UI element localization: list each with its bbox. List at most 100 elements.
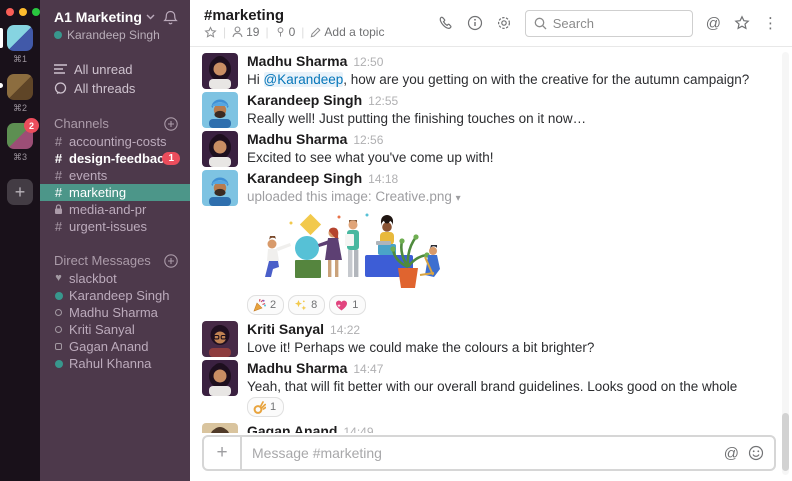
window-controls xyxy=(0,0,40,16)
sidebar-item-label: All threads xyxy=(74,81,135,96)
main-pane: #marketing | 19 | 0 | xyxy=(190,0,792,481)
message: Madhu Sharma12:50 Hi @Karandeep, how are… xyxy=(202,53,776,89)
dm-item-gagan-anand[interactable]: Gagan Anand xyxy=(40,338,190,355)
avatar-madhu-sharma[interactable] xyxy=(202,53,238,89)
author-name[interactable]: Karandeep Singh xyxy=(247,170,362,186)
channel-item-accounting-costs[interactable]: # accounting-costs xyxy=(40,133,190,150)
avatar-kriti-sanyal[interactable] xyxy=(202,321,238,357)
timestamp: 14:49 xyxy=(344,425,374,433)
dm-item-madhu-sharma[interactable]: Madhu Sharma xyxy=(40,304,190,321)
dm-name: Madhu Sharma xyxy=(69,305,158,320)
message: Madhu Sharma14:47 Yeah, that will fit be… xyxy=(202,360,776,420)
author-name[interactable]: Madhu Sharma xyxy=(247,131,347,147)
sidebar: A1 Marketing Karandeep Singh All unread … xyxy=(40,0,190,481)
zoom-window-button[interactable] xyxy=(32,8,40,16)
avatar-karandeep-singh[interactable] xyxy=(202,92,238,128)
mentions-icon[interactable]: @ xyxy=(706,15,721,32)
hash-icon: # xyxy=(54,219,63,234)
sidebar-item-all-unread[interactable]: All unread xyxy=(40,60,190,79)
channel-item-urgent-issues[interactable]: # urgent-issues xyxy=(40,218,190,235)
starred-items-icon[interactable] xyxy=(734,15,750,31)
workspace-icon-2[interactable] xyxy=(7,74,33,100)
author-name[interactable]: Gagan Anand xyxy=(247,423,338,433)
dm-item-karandeep-singh[interactable]: Karandeep Singh xyxy=(40,287,190,304)
message-text: Really well! Just putting the finishing … xyxy=(247,110,586,127)
reaction-sparkling-heart[interactable]: 1 xyxy=(329,295,366,315)
reaction-count: 8 xyxy=(311,299,317,311)
channel-header: #marketing | 19 | 0 | xyxy=(190,0,792,47)
workspace-item-2: ⌘2 xyxy=(0,74,40,114)
channel-title: #marketing xyxy=(204,7,384,24)
channel-item-events[interactable]: # events xyxy=(40,167,190,184)
notifications-bell-icon[interactable] xyxy=(163,10,178,26)
reaction-sparkles[interactable]: 8 xyxy=(288,295,325,315)
search-input[interactable] xyxy=(553,16,673,31)
file-menu-caret-icon[interactable]: ▾ xyxy=(456,193,461,204)
dm-item-rahul-khanna[interactable]: Rahul Khanna xyxy=(40,355,190,372)
author-name[interactable]: Karandeep Singh xyxy=(247,92,362,108)
message-text: Hi @Karandeep, how are you getting on wi… xyxy=(247,71,749,88)
scrollbar-track[interactable] xyxy=(782,52,789,475)
workspace-item-1: ⌘1 xyxy=(0,25,40,65)
workspace-menu-button[interactable]: A1 Marketing xyxy=(54,9,155,25)
timestamp: 14:22 xyxy=(330,323,360,337)
workspace-rail: ⌘1 ⌘2 2 ⌘3 + xyxy=(0,0,40,481)
attach-file-button[interactable]: + xyxy=(204,437,242,469)
workspace-icon-3[interactable]: 2 xyxy=(7,123,33,149)
dm-item-slackbot[interactable]: ♥ slackbot xyxy=(40,270,190,287)
channel-item-marketing[interactable]: # marketing xyxy=(40,184,190,201)
avatar-madhu-sharma[interactable] xyxy=(202,360,238,396)
dm-item-kriti-sanyal[interactable]: Kriti Sanyal xyxy=(40,321,190,338)
workspace-icon-1[interactable] xyxy=(7,25,33,51)
add-dm-icon[interactable] xyxy=(164,254,178,268)
avatar-karandeep-singh[interactable] xyxy=(202,170,238,206)
reaction-ok-hand[interactable]: 1 xyxy=(247,397,284,417)
message-text: Excited to see what you've come up with! xyxy=(247,149,493,166)
reaction-party-popper[interactable]: 2 xyxy=(247,295,284,315)
author-name[interactable]: Madhu Sharma xyxy=(247,53,347,69)
slack-app-window: ⌘1 ⌘2 2 ⌘3 + A1 Marketing Kara xyxy=(0,0,792,481)
current-user-menu[interactable]: Karandeep Singh xyxy=(54,28,180,42)
channel-name: urgent-issues xyxy=(69,219,147,234)
current-user-name: Karandeep Singh xyxy=(67,28,160,42)
presence-online-icon xyxy=(54,360,63,368)
call-icon[interactable] xyxy=(438,15,454,31)
presence-offline-icon xyxy=(54,326,63,333)
dm-name: Kriti Sanyal xyxy=(69,322,135,337)
avatar-gagan-anand[interactable] xyxy=(202,423,238,433)
more-options-icon[interactable]: ⋮ xyxy=(763,14,778,32)
all-unread-icon xyxy=(54,64,67,75)
composer-zone: + @ xyxy=(190,433,792,481)
message-with-image: Karandeep Singh14:18 uploaded this image… xyxy=(202,170,776,318)
settings-gear-icon[interactable] xyxy=(496,15,512,31)
member-count: 19 xyxy=(246,25,259,39)
member-count-button[interactable]: 19 xyxy=(232,25,259,39)
add-channel-icon[interactable] xyxy=(164,117,178,131)
search-box[interactable] xyxy=(525,10,693,37)
image-attachment-creative-png[interactable] xyxy=(247,211,443,291)
workspace-shortcut-label: ⌘1 xyxy=(13,54,27,65)
active-workspace-indicator xyxy=(0,28,3,48)
composer-mention-icon[interactable]: @ xyxy=(724,445,739,462)
author-name[interactable]: Madhu Sharma xyxy=(247,360,347,376)
message: Kriti Sanyal14:22 Love it! Perhaps we co… xyxy=(202,321,776,357)
pencil-icon xyxy=(310,27,321,38)
sidebar-item-all-threads[interactable]: All threads xyxy=(40,79,190,98)
author-name[interactable]: Kriti Sanyal xyxy=(247,321,324,337)
channel-item-design-feedback[interactable]: # design-feedback 1 xyxy=(40,150,190,167)
minimize-window-button[interactable] xyxy=(19,8,27,16)
pinned-items-button[interactable]: 0 xyxy=(275,25,296,39)
avatar-madhu-sharma[interactable] xyxy=(202,131,238,167)
message-input[interactable] xyxy=(242,445,724,461)
info-icon[interactable] xyxy=(467,15,483,31)
emoji-picker-icon[interactable] xyxy=(748,445,764,461)
mention-link[interactable]: @Karandeep xyxy=(264,72,344,87)
add-workspace-button[interactable]: + xyxy=(7,179,33,205)
star-channel-button[interactable] xyxy=(204,26,217,39)
message: Madhu Sharma12:56 Excited to see what yo… xyxy=(202,131,776,167)
add-topic-button[interactable]: Add a topic xyxy=(310,25,384,39)
channel-unread-badge: 1 xyxy=(162,152,180,165)
scrollbar-thumb[interactable] xyxy=(782,413,789,471)
close-window-button[interactable] xyxy=(6,8,14,16)
channel-item-media-and-pr[interactable]: media-and-pr xyxy=(40,201,190,218)
